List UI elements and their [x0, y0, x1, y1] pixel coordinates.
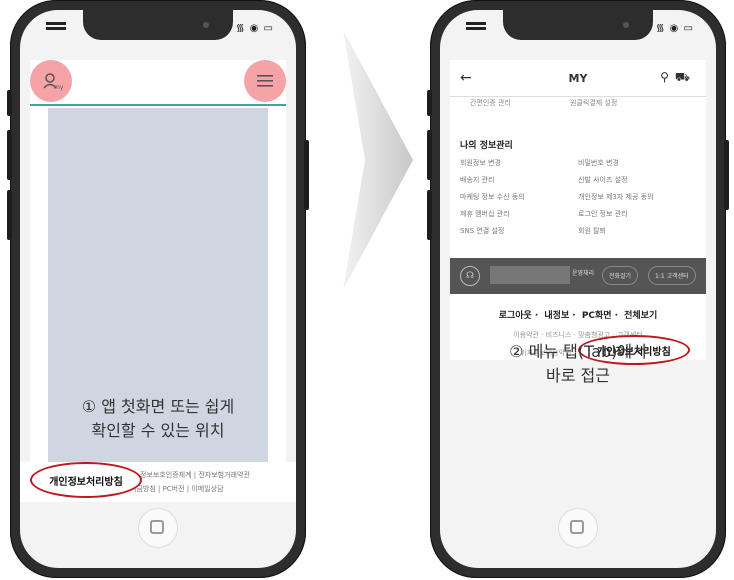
cut-off-row: 간편인증 관리 원클릭결제 설정	[470, 98, 670, 108]
side-button	[7, 190, 12, 240]
privacy-policy-link[interactable]: 개인정보처리방침	[30, 462, 142, 498]
chat-button[interactable]: 1:1 고객센터	[648, 266, 696, 285]
caption-line-1: ② 메뉴 탭(Tab)에서	[509, 342, 647, 361]
caption-line-1: ① 앱 첫화면 또는 쉽게	[81, 397, 235, 416]
menu-item[interactable]: 비밀번호 변경	[578, 158, 696, 175]
caption: ② 메뉴 탭(Tab)에서 바로 접근	[440, 340, 716, 388]
menu-item[interactable]: SNS 연결 설정	[460, 226, 578, 243]
status-time-icon	[46, 22, 66, 25]
notch	[503, 10, 653, 40]
menu-item[interactable]: 마케팅 정보 수신 동의	[460, 192, 578, 209]
status-icons: ᯾ ◉ ▭	[235, 23, 274, 34]
menu-item[interactable]: 로그인 정보 관리	[578, 209, 696, 226]
menu-item[interactable]: 회원정보 변경	[460, 158, 578, 175]
search-icon[interactable]: ⚲	[660, 70, 675, 84]
bottom-nav: 로그아웃 · 내정보 · PC화면 · 전체보기	[498, 311, 658, 321]
footer-links[interactable]: 정보보호인증체계 | 전자보험거래약관	[140, 470, 250, 480]
menu-grid: 회원정보 변경 비밀번호 변경 배송지 관리 신발 사이즈 설정 마케팅 정보 수신…	[460, 158, 700, 243]
phone-screen: ᯾ ◉ ▭ ← MY ⚲⛟ 간편인증 관리 원클릭결제 설정 나의 정보관리 회원…	[440, 10, 716, 568]
home-button[interactable]	[558, 508, 598, 548]
phone-screen: ᯾ ◉ ▭ my ① 앱 첫화면 또는 쉽게 확인할 수 있는 위치 정보보호인…	[20, 10, 296, 568]
menu-item[interactable]: 제휴 멤버십 관리	[460, 209, 578, 226]
footer-links[interactable]: 기금방침 | PC버전 | 이메일상담	[130, 484, 224, 494]
caption-line-2: 바로 접근	[546, 366, 610, 385]
pc-view-link[interactable]: PC화면	[582, 311, 612, 321]
caption: ① 앱 첫화면 또는 쉽게 확인할 수 있는 위치	[30, 395, 286, 443]
menu-item[interactable]: 신발 사이즈 설정	[578, 175, 696, 192]
menu-button[interactable]	[244, 60, 286, 102]
side-button	[304, 140, 309, 210]
caption-line-2: 확인할 수 있는 위치	[91, 421, 225, 440]
left-phone: ᯾ ◉ ▭ my ① 앱 첫화면 또는 쉽게 확인할 수 있는 위치 정보보호인…	[7, 0, 309, 578]
band-label: 운영채리	[572, 270, 595, 277]
cart-icon[interactable]: ⛟	[675, 70, 696, 84]
logout-link[interactable]: 로그아웃	[499, 311, 532, 321]
profile-button[interactable]: my	[30, 60, 72, 102]
app-screen: my ① 앱 첫화면 또는 쉽게 확인할 수 있는 위치	[30, 60, 286, 480]
customer-center-band: ☊ 운영채리 전화걸기 1:1 고객센터	[450, 258, 706, 294]
headset-icon: ☊	[460, 266, 480, 286]
notch	[83, 10, 233, 40]
app-screen: ← MY ⚲⛟ 간편인증 관리 원클릭결제 설정 나의 정보관리 회원정보 변경 비…	[450, 60, 706, 360]
view-all-link[interactable]: 전체보기	[624, 311, 657, 321]
side-button	[427, 90, 432, 116]
menu-item[interactable]: 간편인증 관리	[470, 98, 570, 108]
arrow-right-icon	[343, 30, 413, 290]
right-phone: ᯾ ◉ ▭ ← MY ⚲⛟ 간편인증 관리 원클릭결제 설정 나의 정보관리 회원…	[427, 0, 729, 578]
home-button[interactable]	[138, 508, 178, 548]
menu-item[interactable]: 회원 탈퇴	[578, 226, 696, 243]
top-bar: ← MY ⚲⛟	[450, 60, 706, 97]
call-button[interactable]: 전화걸기	[602, 266, 639, 285]
section-title: 나의 정보관리	[460, 141, 513, 151]
side-button	[7, 90, 12, 116]
my-info-link[interactable]: 내정보	[544, 311, 569, 321]
hamburger-menu-icon	[257, 75, 273, 87]
side-button	[427, 130, 432, 180]
menu-item[interactable]: 배송지 관리	[460, 175, 578, 192]
redacted-block	[490, 266, 570, 284]
status-time-icon	[466, 22, 486, 25]
menu-item[interactable]: 개인정보 제3자 제공 동의	[578, 192, 696, 209]
profile-sub-label: my	[54, 84, 64, 91]
menu-item[interactable]: 원클릭결제 설정	[570, 98, 670, 108]
side-button	[724, 140, 729, 210]
status-icons: ᯾ ◉ ▭	[655, 23, 694, 34]
side-button	[7, 130, 12, 180]
side-button	[427, 190, 432, 240]
